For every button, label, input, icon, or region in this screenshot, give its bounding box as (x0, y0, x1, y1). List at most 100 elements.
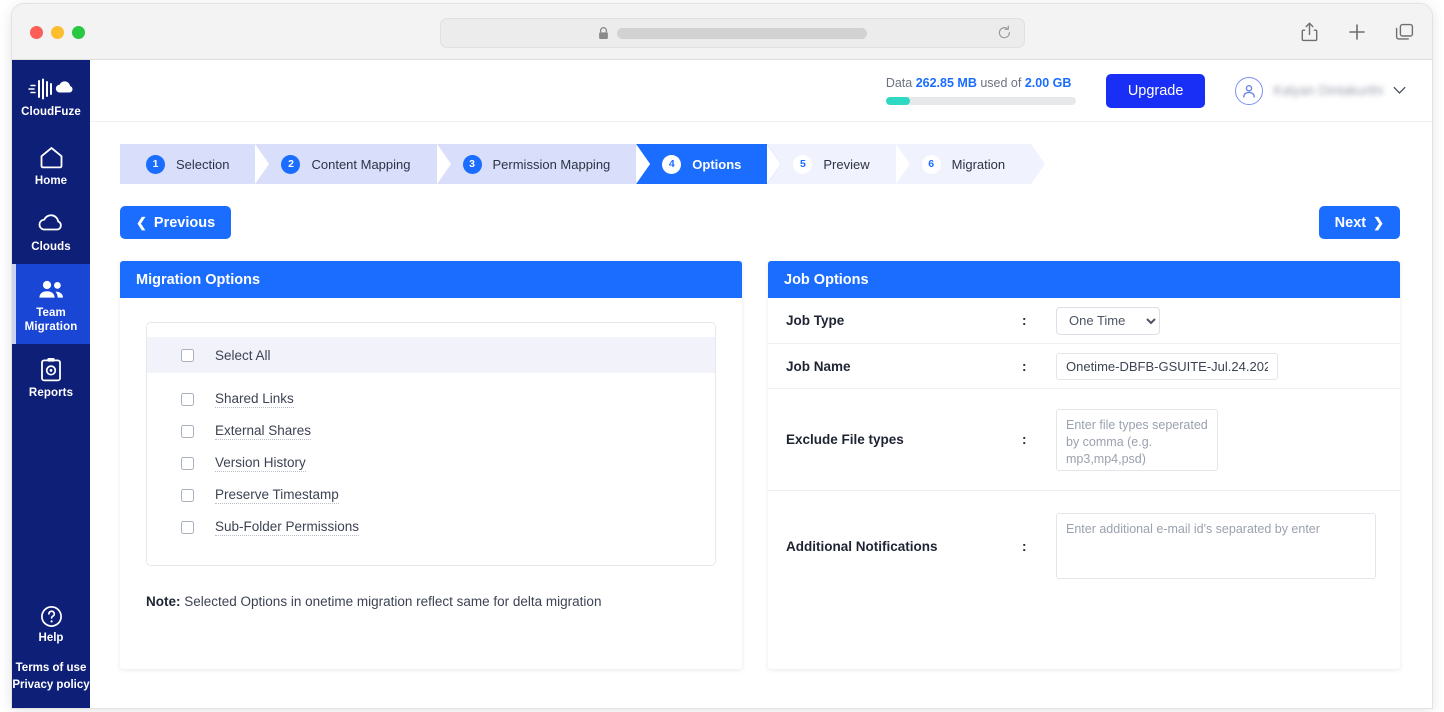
sidebar-item-clouds-label: Clouds (31, 241, 71, 253)
step-permission-mapping[interactable]: 3 Permission Mapping (436, 144, 651, 184)
reload-icon[interactable] (997, 25, 1012, 41)
exclude-file-types-row: Exclude File types : (768, 389, 1400, 491)
step-content-mapping[interactable]: 2 Content Mapping (255, 144, 451, 184)
panels-row: Migration Options Select All Shared Link… (120, 261, 1400, 669)
additional-notifications-input[interactable] (1056, 513, 1376, 579)
step-number: 5 (793, 154, 813, 174)
job-name-colon: : (1022, 358, 1027, 374)
exclude-file-types-label: Exclude File types (786, 432, 904, 447)
option-preserve-timestamp[interactable]: Preserve Timestamp (147, 479, 715, 511)
new-tab-icon[interactable] (1346, 20, 1368, 44)
step-preview[interactable]: 5 Preview (767, 144, 910, 184)
sidebar-item-help[interactable]: Help (12, 603, 90, 644)
exclude-file-types-input[interactable] (1056, 408, 1218, 471)
chevron-left-icon: ❮ (136, 215, 147, 230)
user-avatar-icon (1235, 76, 1264, 105)
brand-name: CloudFuze (21, 106, 81, 118)
migration-options-title: Migration Options (120, 261, 742, 298)
step-migration[interactable]: 6 Migration (895, 144, 1046, 184)
next-button-label: Next (1334, 214, 1367, 231)
option-sub-folder-permissions[interactable]: Sub-Folder Permissions (147, 511, 715, 543)
tab-overview-icon[interactable] (1394, 20, 1416, 44)
data-usage-bar (885, 97, 1076, 105)
step-options[interactable]: 4 Options (636, 144, 782, 184)
previous-button-label: Previous (153, 214, 216, 231)
version-history-checkbox[interactable] (181, 456, 194, 470)
additional-notifications-label: Additional Notifications (786, 538, 938, 554)
additional-notifications-colon: : (1022, 538, 1027, 554)
minimize-window-button[interactable] (51, 26, 64, 39)
zoom-window-button[interactable] (72, 26, 85, 39)
select-all-label: Select All (215, 347, 271, 363)
job-type-select[interactable]: One Time (1056, 306, 1160, 335)
data-usage-fill (885, 97, 911, 105)
step-selection[interactable]: 1 Selection (120, 144, 271, 184)
sub-folder-permissions-label: Sub-Folder Permissions (215, 518, 360, 536)
user-name: Kalyan Dintakurthi (1273, 83, 1383, 98)
preserve-timestamp-checkbox[interactable] (181, 488, 194, 502)
additional-notifications-row: Additional Notifications : (768, 491, 1400, 601)
migration-options-body: Select All Shared Links External Shares (120, 298, 742, 633)
job-name-label: Job Name (786, 358, 851, 374)
clipboard-icon (12, 355, 90, 383)
traffic-lights (30, 26, 85, 39)
sidebar-item-team-migration[interactable]: Team Migration (12, 264, 90, 344)
sub-folder-permissions-checkbox[interactable] (181, 520, 194, 534)
url-text (617, 27, 867, 39)
next-button[interactable]: Next ❯ (1318, 206, 1400, 239)
migration-options-panel: Migration Options Select All Shared Link… (120, 261, 742, 669)
brand[interactable]: CloudFuze (21, 70, 81, 132)
migration-note-prefix: Note: (146, 594, 181, 609)
job-options-panel: Job Options Job Type : One Time Job Name… (768, 261, 1400, 669)
chevron-right-icon: ❯ (1373, 215, 1384, 230)
data-usage: Data 262.85 MB used of 2.00 GB (885, 76, 1076, 105)
close-window-button[interactable] (30, 26, 43, 39)
version-history-label: Version History (215, 454, 306, 472)
select-all-checkbox[interactable] (181, 348, 194, 362)
sidebar-item-home-label: Home (34, 175, 68, 187)
shared-links-label: Shared Links (215, 390, 294, 408)
migration-note-text: Selected Options in onetime migration re… (180, 594, 602, 609)
step-label: Selection (176, 156, 230, 172)
job-type-colon: : (1022, 313, 1027, 328)
question-circle-icon (12, 603, 90, 629)
sidebar-item-team-migration-label: Team Migration (24, 307, 78, 333)
usage-total: 2.00 GB (1024, 76, 1072, 90)
external-shares-checkbox[interactable] (181, 424, 194, 438)
usage-middle: used of (976, 76, 1025, 90)
main-content: Data 262.85 MB used of 2.00 GB Upgrade K… (90, 60, 1432, 708)
previous-button[interactable]: ❮ Previous (120, 206, 232, 239)
job-type-row: Job Type : One Time (768, 298, 1400, 344)
address-bar[interactable] (440, 18, 1025, 48)
step-number: 6 (921, 154, 941, 174)
user-menu[interactable]: Kalyan Dintakurthi (1235, 76, 1406, 105)
data-usage-text: Data 262.85 MB used of 2.00 GB (886, 76, 1076, 90)
option-select-all[interactable]: Select All (147, 337, 715, 373)
chevron-down-icon (1393, 82, 1406, 100)
option-shared-links[interactable]: Shared Links (147, 383, 715, 415)
sidebar-item-home[interactable]: Home (12, 132, 90, 198)
migration-note: Note: Selected Options in onetime migrat… (146, 594, 716, 609)
option-external-shares[interactable]: External Shares (147, 415, 715, 447)
browser-toolbar (12, 4, 1432, 60)
share-icon[interactable] (1298, 20, 1320, 44)
option-version-history[interactable]: Version History (147, 447, 715, 479)
step-label: Options (692, 156, 742, 172)
sidebar-item-clouds[interactable]: Clouds (12, 198, 90, 264)
app-shell: CloudFuze Home Clouds Team Migration Rep… (12, 60, 1432, 708)
shared-links-checkbox[interactable] (181, 392, 194, 406)
preserve-timestamp-label: Preserve Timestamp (215, 486, 339, 504)
wizard-navigation: ❮ Previous Next ❯ (120, 206, 1400, 239)
job-name-input[interactable] (1056, 352, 1278, 380)
sidebar-item-reports[interactable]: Reports (12, 344, 90, 410)
cloud-icon (12, 209, 90, 237)
job-name-row: Job Name : (768, 344, 1400, 389)
sidebar: CloudFuze Home Clouds Team Migration Rep… (12, 60, 90, 708)
privacy-policy-link[interactable]: Privacy policy (12, 677, 90, 694)
step-number: 2 (281, 154, 301, 174)
usage-prefix: Data (885, 76, 916, 90)
upgrade-button[interactable]: Upgrade (1105, 73, 1206, 108)
sidebar-item-help-label: Help (38, 632, 64, 644)
terms-of-use-link[interactable]: Terms of use (12, 660, 90, 677)
migration-options-list: Select All Shared Links External Shares (146, 322, 716, 566)
